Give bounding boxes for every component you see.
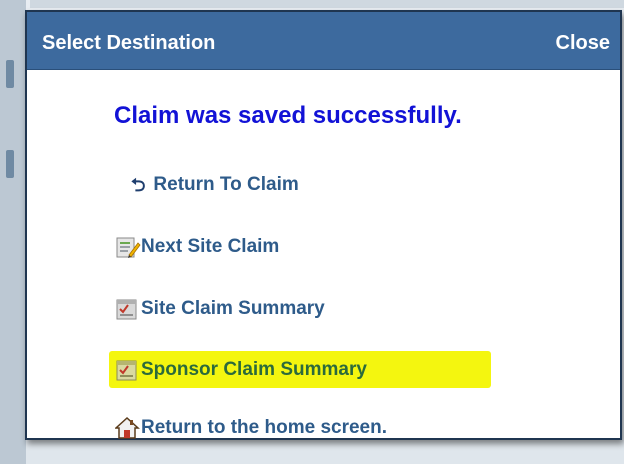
- sponsor-claim-summary-link[interactable]: Sponsor Claim Summary: [109, 351, 491, 388]
- background-mark: [6, 60, 14, 88]
- return-home-label: Return to the home screen.: [141, 417, 387, 438]
- dialog-titlebar: Select Destination Close: [27, 12, 620, 70]
- close-button[interactable]: Close: [556, 31, 610, 55]
- checklist-icon: [115, 358, 141, 382]
- next-site-claim-link[interactable]: Next Site Claim: [115, 231, 279, 263]
- checklist-icon: [115, 297, 141, 321]
- sponsor-claim-summary-label: Sponsor Claim Summary: [141, 359, 367, 380]
- return-arrow-icon: ⮌: [131, 175, 146, 195]
- return-home-link[interactable]: Return to the home screen.: [114, 412, 387, 444]
- next-site-claim-label: Next Site Claim: [141, 236, 280, 257]
- dialog-title: Select Destination: [42, 32, 216, 54]
- background-left-strip: [0, 0, 26, 464]
- return-to-claim-label: Return To Claim: [153, 174, 299, 195]
- site-claim-summary-link[interactable]: Site Claim Summary: [115, 293, 325, 325]
- background-top-strip: [30, 0, 624, 8]
- success-message: Claim was saved successfully.: [114, 102, 462, 129]
- background-mark: [6, 150, 14, 178]
- edit-document-icon: [115, 235, 141, 259]
- home-icon: [114, 416, 141, 440]
- select-destination-dialog: Select Destination Close Claim was saved…: [25, 10, 622, 440]
- return-to-claim-link[interactable]: ⮌ Return To Claim: [131, 169, 299, 201]
- site-claim-summary-label: Site Claim Summary: [141, 298, 325, 319]
